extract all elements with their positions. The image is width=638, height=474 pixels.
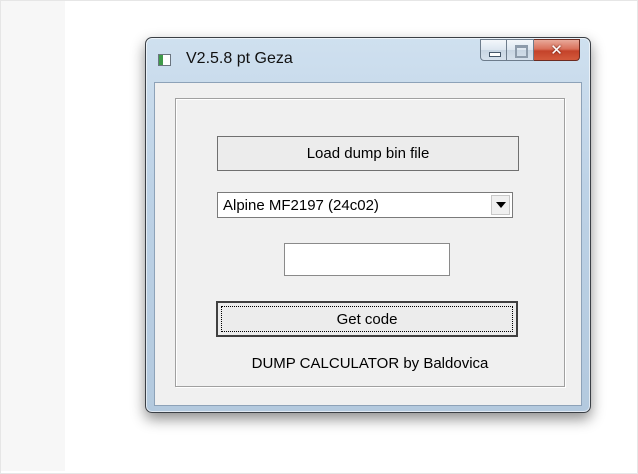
side-strip	[1, 1, 65, 471]
model-select[interactable]: Alpine MF2197 (24c02)	[217, 192, 513, 218]
load-dump-button[interactable]: Load dump bin file	[217, 136, 519, 171]
close-button[interactable]: ✕	[534, 39, 580, 61]
chevron-down-icon	[495, 202, 506, 208]
app-icon	[158, 54, 171, 66]
title-bar[interactable]: V2.5.8 pt Geza ✕	[146, 38, 590, 82]
close-icon: ✕	[550, 41, 563, 59]
get-code-button-label: Get code	[221, 306, 513, 332]
maximize-button[interactable]	[507, 39, 534, 61]
load-dump-button-label: Load dump bin file	[306, 145, 430, 162]
code-output-field[interactable]	[284, 243, 450, 276]
footer-credit: DUMP CALCULATOR by Baldovica	[251, 355, 489, 372]
window-title: V2.5.8 pt Geza	[186, 50, 293, 67]
dropdown-arrow-button[interactable]	[491, 195, 510, 215]
minimize-icon	[489, 52, 501, 57]
model-select-value: Alpine MF2197 (24c02)	[223, 197, 379, 214]
minimize-button[interactable]	[480, 39, 507, 61]
window-controls: ✕	[480, 39, 580, 64]
maximize-icon	[515, 45, 528, 58]
get-code-button[interactable]: Get code	[216, 301, 518, 337]
